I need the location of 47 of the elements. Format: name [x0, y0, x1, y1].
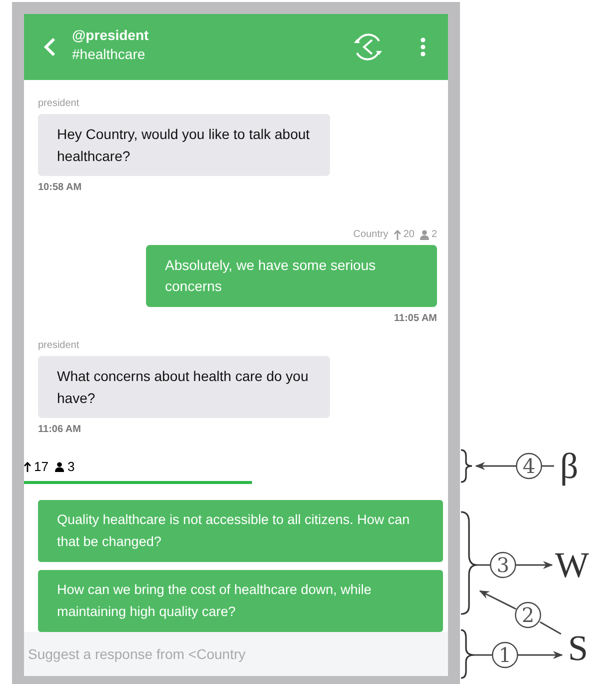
annotation-number: 4	[522, 454, 536, 478]
message-time: 10:58 AM	[38, 181, 82, 195]
message-time: 11:06 AM	[38, 423, 81, 437]
message-time: 11:05 AM	[394, 312, 437, 326]
connector-line	[540, 621, 562, 635]
number-circle	[514, 602, 542, 628]
suggestion-card[interactable]: Quality healthcare is not accessible to all citizens. How can that be changed?	[38, 500, 443, 562]
person-icon	[420, 230, 430, 240]
message-bubble: What concerns about health care do you have?	[38, 356, 330, 418]
message-bubble: Hey Country, would you like to talk about healthcare?	[38, 114, 330, 176]
number-circle	[516, 452, 542, 480]
number-circle	[490, 552, 516, 578]
people-count: 2	[431, 228, 437, 242]
annotation-symbol: S	[568, 628, 588, 668]
curly-brace	[460, 449, 473, 483]
input-field[interactable]: Suggest a response from <Country	[24, 632, 448, 676]
more-icon	[420, 37, 426, 57]
upvote-count: 20	[403, 228, 414, 242]
annotation-number: 3	[496, 553, 510, 577]
chat-subtitle: #healthcare	[72, 45, 146, 64]
annotation-symbol: β	[560, 446, 578, 486]
back-button[interactable]	[44, 37, 56, 57]
arrow	[475, 462, 516, 470]
person-icon	[55, 462, 64, 472]
more-button[interactable]	[420, 37, 426, 57]
connector-line	[474, 654, 492, 656]
sender-name: president	[38, 339, 80, 353]
sender-name: Country	[353, 228, 388, 242]
annotation-number: 1	[498, 643, 512, 667]
arrow	[479, 590, 516, 610]
annotation-symbol: W	[555, 545, 589, 585]
back-icon	[44, 37, 56, 57]
annotation-number: 2	[522, 603, 534, 627]
message-bubble: Absolutely, we have some serious concerns	[146, 245, 437, 307]
connector-line	[542, 465, 554, 467]
suggestion-card[interactable]: How can we bring the cost of healthcare down, while maintaining high quality care?	[38, 570, 443, 632]
arrow	[516, 561, 553, 569]
upvote-count: 17	[34, 458, 48, 476]
number-circle	[492, 642, 518, 668]
connector-line	[477, 564, 490, 566]
curly-brace	[460, 629, 475, 679]
sender-name: president	[38, 97, 80, 111]
chat-title: @president	[72, 26, 149, 44]
up-arrow-icon	[394, 230, 402, 240]
up-arrow-icon	[24, 462, 31, 472]
people-count: 3	[67, 458, 75, 476]
arrow	[518, 651, 563, 659]
